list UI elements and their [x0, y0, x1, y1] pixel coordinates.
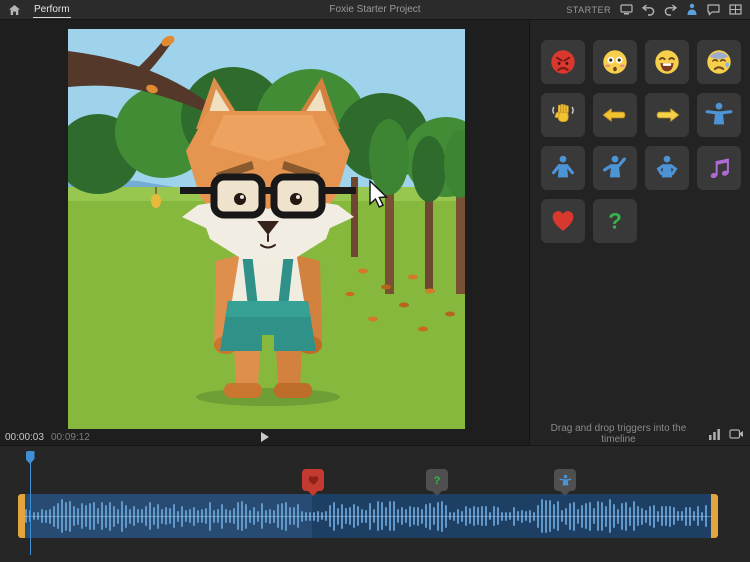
tab-perform[interactable]: Perform	[33, 2, 71, 18]
point-left-icon	[600, 100, 630, 130]
home-icon[interactable]	[8, 4, 21, 16]
svg-text:?: ?	[434, 475, 441, 487]
timeline-marker-question[interactable]: ?	[426, 469, 448, 491]
trigger-question-mark[interactable]: ?	[593, 199, 637, 243]
heart-marker-icon	[307, 474, 320, 486]
timeline-marker-pose[interactable]	[554, 469, 576, 491]
trigger-heart[interactable]	[541, 199, 585, 243]
trim-handle-left[interactable]	[18, 494, 25, 538]
timeline-marker-heart[interactable]	[302, 469, 324, 491]
trigger-pose-arm-raised[interactable]	[593, 146, 637, 190]
trigger-music-note[interactable]	[697, 146, 741, 190]
redo-icon[interactable]	[664, 4, 677, 16]
trigger-laughing-face[interactable]	[645, 40, 689, 84]
pose-arm-raised-icon	[600, 153, 630, 183]
chat-icon[interactable]	[707, 4, 720, 16]
question-mark-icon: ?	[600, 206, 630, 236]
stage-canvas[interactable]	[68, 29, 465, 429]
top-bar: Perform Foxie Starter Project STARTER	[0, 0, 750, 20]
trigger-pose-arms-bent[interactable]	[645, 146, 689, 190]
playhead-line	[30, 457, 32, 555]
question-marker-icon: ?	[430, 473, 444, 487]
puppet-icon[interactable]	[686, 3, 698, 16]
trim-handle-right[interactable]	[711, 494, 718, 538]
pose-arms-out-icon	[704, 100, 734, 130]
trigger-pose-arms-out[interactable]	[697, 93, 741, 137]
music-note-icon	[704, 153, 734, 183]
trigger-sad-face[interactable]	[697, 40, 741, 84]
pose-marker-icon	[559, 474, 572, 487]
stage-controls: 00:00:03 00:09:12	[0, 429, 529, 445]
play-button[interactable]	[260, 431, 270, 443]
timecode-duration: 00:09:12	[51, 432, 90, 443]
trigger-angry-face[interactable]	[541, 40, 585, 84]
trigger-flushed-face[interactable]	[593, 40, 637, 84]
scenes-icon[interactable]	[729, 4, 742, 15]
audio-track[interactable]	[18, 494, 718, 538]
triggers-hint: Drag and drop triggers into the timeline	[536, 423, 701, 445]
sad-face-icon	[704, 47, 734, 77]
display-icon[interactable]	[620, 4, 633, 15]
trigger-wave-hand[interactable]	[541, 93, 585, 137]
triggers-footer: Drag and drop triggers into the timeline	[530, 423, 750, 445]
trigger-grid: ?	[530, 20, 750, 243]
laughing-face-icon	[652, 47, 682, 77]
trigger-pose-arms-down[interactable]	[541, 146, 585, 190]
flushed-face-icon	[600, 47, 630, 77]
trigger-point-right[interactable]	[645, 93, 689, 137]
audio-meter-icon[interactable]	[708, 428, 722, 440]
pose-arms-bent-icon	[652, 153, 682, 183]
timeline-section: ?	[0, 445, 750, 562]
heart-icon	[548, 206, 578, 236]
timecode-current: 00:00:03	[5, 432, 44, 443]
starter-label: STARTER	[566, 5, 611, 15]
scene-camera-icon[interactable]	[729, 428, 744, 440]
angry-face-icon	[548, 47, 578, 77]
main-area: 00:00:03 00:09:12	[0, 20, 750, 445]
wave-hand-icon	[548, 100, 578, 130]
play-icon	[260, 431, 270, 443]
svg-text:?: ?	[608, 209, 622, 234]
triggers-panel: ? Drag and drop triggers into the timeli…	[530, 20, 750, 445]
undo-icon[interactable]	[642, 4, 655, 16]
timecode: 00:00:03 00:09:12	[5, 432, 90, 443]
point-right-icon	[652, 100, 682, 130]
trigger-point-left[interactable]	[593, 93, 637, 137]
stage-panel: 00:00:03 00:09:12	[0, 20, 530, 445]
waveform-centerline	[25, 516, 711, 517]
pose-arms-down-icon	[548, 153, 578, 183]
